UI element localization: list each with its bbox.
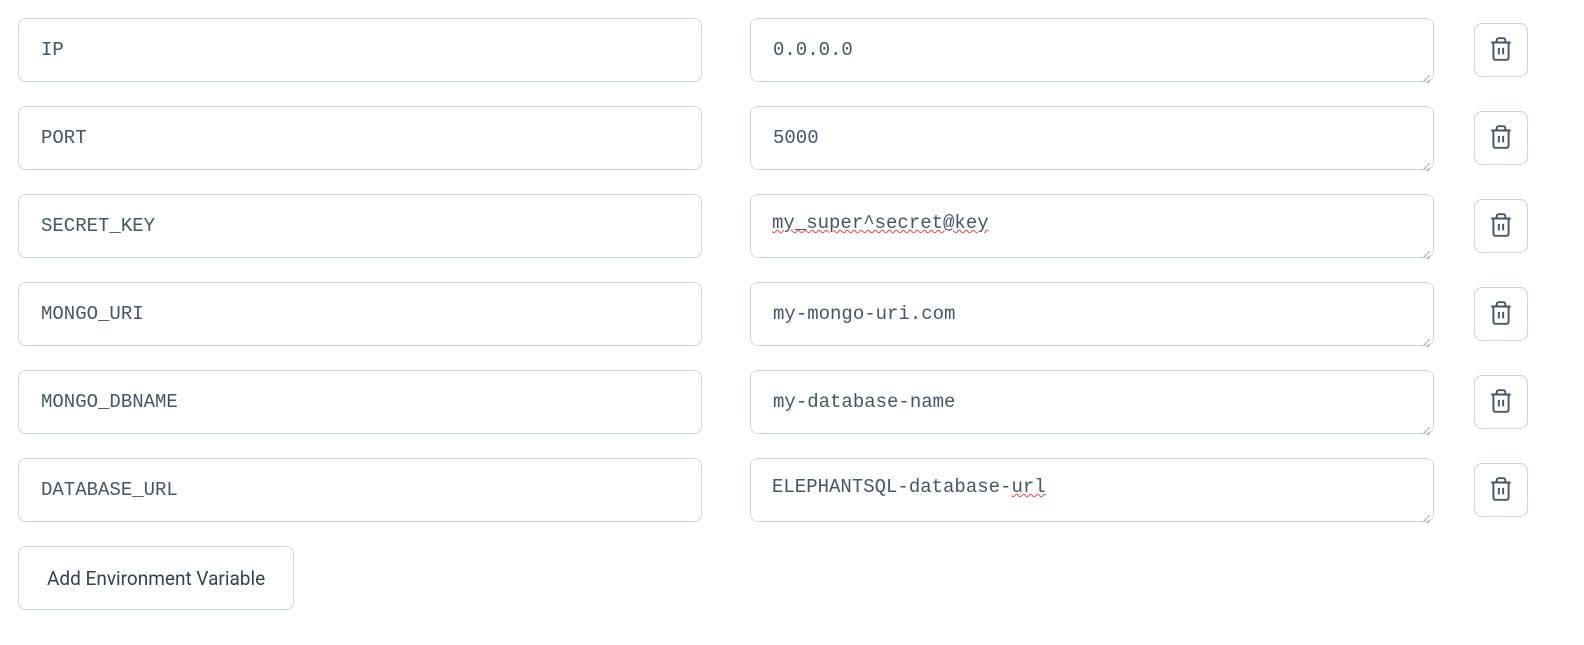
trash-icon: [1488, 300, 1514, 329]
delete-env-var-button[interactable]: [1474, 287, 1528, 341]
env-var-key-input[interactable]: [18, 194, 702, 258]
trash-icon: [1488, 388, 1514, 417]
env-var-value-input[interactable]: [750, 18, 1434, 82]
env-var-key-input[interactable]: [18, 282, 702, 346]
delete-env-var-button[interactable]: [1474, 199, 1528, 253]
env-var-row: [18, 18, 1566, 86]
env-var-key-input[interactable]: [18, 370, 702, 434]
env-var-row: my_super^secret@key: [18, 194, 1566, 262]
env-var-row: [18, 370, 1566, 438]
env-var-key-input[interactable]: [18, 18, 702, 82]
env-var-row: [18, 282, 1566, 350]
env-var-value-input[interactable]: [750, 458, 1434, 522]
env-var-value-input[interactable]: [750, 282, 1434, 346]
trash-icon: [1488, 212, 1514, 241]
env-var-value-input[interactable]: [750, 106, 1434, 170]
add-env-var-button[interactable]: Add Environment Variable: [18, 546, 294, 610]
env-var-row: [18, 106, 1566, 174]
env-var-row: ELEPHANTSQL-database-url: [18, 458, 1566, 526]
trash-icon: [1488, 124, 1514, 153]
delete-env-var-button[interactable]: [1474, 111, 1528, 165]
trash-icon: [1488, 36, 1514, 65]
delete-env-var-button[interactable]: [1474, 463, 1528, 517]
env-var-key-input[interactable]: [18, 458, 702, 522]
env-var-key-input[interactable]: [18, 106, 702, 170]
delete-env-var-button[interactable]: [1474, 375, 1528, 429]
delete-env-var-button[interactable]: [1474, 23, 1528, 77]
env-var-value-input[interactable]: [750, 370, 1434, 434]
env-var-value-input[interactable]: [750, 194, 1434, 258]
trash-icon: [1488, 476, 1514, 505]
